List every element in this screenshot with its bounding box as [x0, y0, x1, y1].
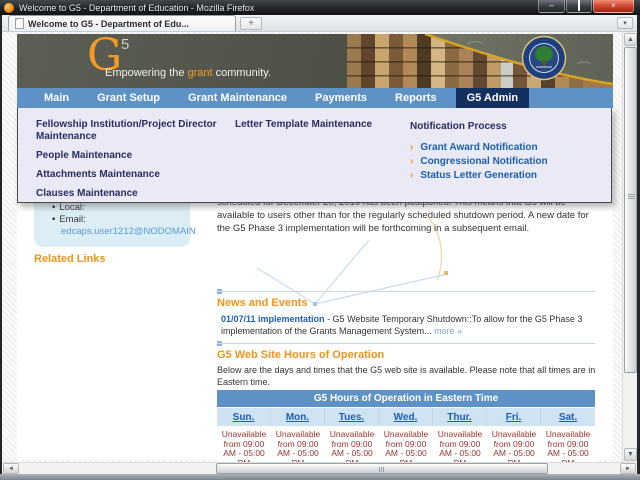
day-link-wed[interactable]: Wed.: [379, 408, 433, 426]
scroll-grip-icon: [628, 193, 635, 199]
maximize-icon: [578, 0, 580, 11]
scroll-up-button[interactable]: ▲: [624, 33, 637, 46]
more-link[interactable]: more »: [434, 326, 462, 336]
down-arrow-icon: ▼: [627, 451, 634, 458]
chevron-down-icon: ▾: [623, 20, 627, 27]
firefox-icon: [4, 2, 14, 13]
table-data-row: Unavailable from 09:00 AM - 05:00 PM Una…: [217, 426, 595, 462]
arrow-right-icon: ›: [410, 156, 414, 167]
right-arrow-icon: ►: [625, 466, 631, 472]
hours-intro-paragraph: Below are the days and times that the G5…: [217, 365, 596, 387]
minimize-icon: –: [549, 1, 554, 10]
email-link[interactable]: edcaps.user1212@NODOMAIN: [61, 226, 196, 238]
hours-of-operation-heading: G5 Web Site Hours of Operation: [217, 349, 385, 361]
scroll-grip-icon: [378, 467, 385, 472]
hours-cell: Unavailable from 09:00 AM - 05:00 PM: [383, 429, 429, 462]
vertical-scroll-track[interactable]: [624, 47, 637, 447]
hours-of-operation-table: G5 Hours of Operation in Eastern Time Su…: [217, 390, 595, 462]
arrow-right-icon: ›: [410, 170, 414, 181]
section-divider: [217, 289, 595, 294]
window-title: Welcome to G5 - Department of Education …: [19, 2, 255, 13]
hours-cell: Unavailable from 09:00 AM - 05:00 PM: [491, 429, 537, 462]
nav-item-reports[interactable]: Reports: [384, 88, 448, 108]
table-header-row: Sun. Mon. Tues. Wed. Thur. Fri. Sat.: [217, 407, 595, 426]
browser-viewport: G 5 Empowering the grant community. Main…: [2, 32, 637, 462]
notification-process-section: Notification Process › Grant Award Notifi…: [410, 121, 600, 183]
scroll-down-button[interactable]: ▼: [624, 448, 637, 461]
library-photo: [347, 34, 613, 88]
main-navbar: Main Grant Setup Grant Maintenance Payme…: [17, 88, 613, 108]
hours-cell: Unavailable from 09:00 AM - 05:00 PM: [545, 429, 591, 462]
related-links-heading: Related Links: [34, 253, 106, 265]
hours-cell: Unavailable from 09:00 AM - 05:00 PM: [275, 429, 321, 462]
menu-item-letter-template[interactable]: Letter Template Maintenance: [235, 119, 405, 131]
day-link-fri[interactable]: Fri.: [487, 408, 541, 426]
menu-item-people[interactable]: People Maintenance: [36, 150, 226, 162]
menu-item-attachments[interactable]: Attachments Maintenance: [36, 169, 226, 181]
education-seal-icon: [521, 35, 567, 81]
vertical-scrollbar: ▲ ▼: [622, 32, 637, 462]
day-link-mon[interactable]: Mon.: [271, 408, 325, 426]
news-date-link[interactable]: 01/07/11 implementation: [221, 314, 325, 324]
list-tabs-button[interactable]: ▾: [617, 17, 633, 29]
menu-item-fellowship[interactable]: Fellowship Institution/Project Director …: [36, 119, 226, 143]
new-tab-button[interactable]: +: [240, 17, 262, 30]
g5-banner: G 5 Empowering the grant community.: [17, 34, 613, 88]
window-bottom-border: [0, 474, 640, 480]
day-link-tues[interactable]: Tues.: [325, 408, 379, 426]
day-link-sun[interactable]: Sun.: [217, 408, 271, 426]
table-caption: G5 Hours of Operation in Eastern Time: [217, 390, 595, 407]
close-button[interactable]: ×: [593, 0, 634, 13]
arrow-right-icon: ›: [410, 142, 414, 153]
menu-item-clauses[interactable]: Clauses Maintenance: [36, 188, 226, 200]
g5-page: G 5 Empowering the grant community. Main…: [17, 34, 613, 462]
day-link-sat[interactable]: Sat.: [541, 408, 595, 426]
nav-item-main[interactable]: Main: [33, 88, 80, 108]
admin-menu-column-1: Fellowship Institution/Project Director …: [36, 119, 226, 207]
scroll-left-button[interactable]: ◄: [3, 463, 19, 474]
contact-email-label: Email:: [52, 214, 190, 226]
news-and-events-heading: News and Events: [217, 297, 308, 309]
tab-title: Welcome to G5 - Department of Edu...: [28, 18, 189, 29]
menu-item-status-letter-generation[interactable]: › Status Letter Generation: [410, 169, 600, 183]
horizontal-scrollbar: ◄ ►: [2, 462, 637, 474]
window-controls: – ×: [538, 0, 634, 13]
nav-item-g5-admin[interactable]: G5 Admin: [455, 88, 530, 108]
minimize-button[interactable]: –: [538, 0, 565, 13]
up-arrow-icon: ▲: [627, 36, 634, 43]
title-bar[interactable]: Welcome to G5 - Department of Education …: [0, 0, 640, 15]
hours-cell: Unavailable from 09:00 AM - 05:00 PM: [437, 429, 483, 462]
scroll-right-button[interactable]: ►: [620, 463, 636, 474]
maximize-button[interactable]: [566, 0, 592, 13]
nav-item-grant-maintenance[interactable]: Grant Maintenance: [177, 88, 298, 108]
banner-tagline: Empowering the grant community.: [105, 67, 271, 79]
close-icon: ×: [611, 1, 616, 10]
browser-tab[interactable]: Welcome to G5 - Department of Edu...: [8, 15, 236, 31]
vertical-scroll-thumb[interactable]: [624, 47, 637, 373]
hours-cell: Unavailable from 09:00 AM - 05:00 PM: [329, 429, 375, 462]
section-divider: [217, 341, 595, 346]
g5-admin-menu: Fellowship Institution/Project Director …: [17, 108, 612, 203]
tab-bar: Welcome to G5 - Department of Edu... + ▾: [2, 15, 637, 32]
hours-cell: Unavailable from 09:00 AM - 05:00 PM: [221, 429, 267, 462]
notification-process-header: Notification Process: [410, 121, 507, 132]
menu-item-grant-award-notification[interactable]: › Grant Award Notification: [410, 141, 600, 155]
horizontal-scroll-thumb[interactable]: [216, 463, 548, 474]
firefox-window: Welcome to G5 - Department of Education …: [0, 0, 640, 480]
day-link-thur[interactable]: Thur.: [433, 408, 487, 426]
nav-item-grant-setup[interactable]: Grant Setup: [86, 88, 171, 108]
g5-logo-five: 5: [121, 36, 130, 53]
news-item: 01/07/11 implementation - G5 Website Tem…: [221, 313, 597, 337]
page-icon: [15, 18, 24, 29]
left-arrow-icon: ◄: [8, 466, 14, 472]
admin-menu-column-2: Letter Template Maintenance: [235, 119, 405, 138]
nav-item-payments[interactable]: Payments: [304, 88, 378, 108]
menu-item-congressional-notification[interactable]: › Congressional Notification: [410, 155, 600, 169]
